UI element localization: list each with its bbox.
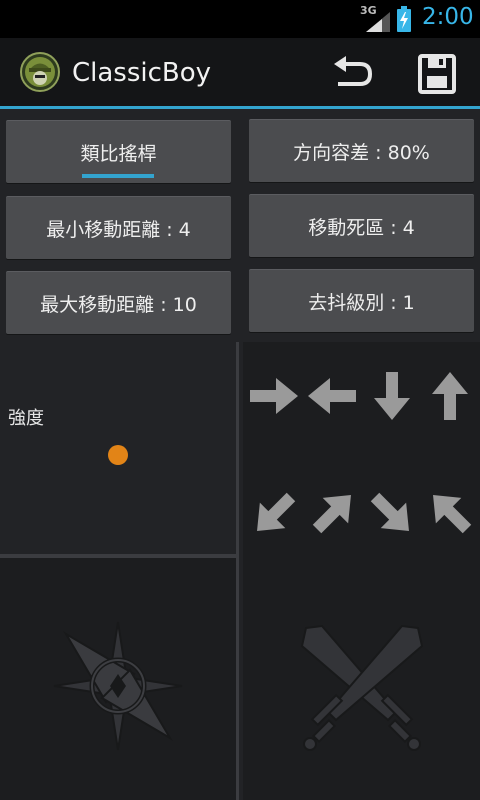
arrow-down-left-icon[interactable]	[246, 486, 302, 542]
vertical-divider	[236, 342, 239, 800]
tab-analog-stick[interactable]: 類比搖桿	[6, 120, 231, 183]
max-move-distance-button[interactable]: 最大移動距離 : 10	[6, 271, 231, 334]
app-logo-icon[interactable]	[20, 52, 60, 92]
clock: 2:00	[422, 4, 474, 30]
min-move-distance-button[interactable]: 最小移動距離 : 4	[6, 196, 231, 259]
arrow-up-left-icon[interactable]	[422, 484, 478, 540]
strength-slider-handle[interactable]	[108, 445, 128, 465]
arrow-down-right-icon[interactable]	[364, 486, 420, 542]
strength-label: 強度	[8, 408, 44, 429]
move-deadzone-label: 移動死區 : 4	[308, 216, 415, 239]
max-move-distance-label: 最大移動距離 : 10	[40, 293, 197, 316]
direction-tolerance-button[interactable]: 方向容差 : 80%	[249, 119, 474, 182]
save-icon[interactable]	[412, 50, 462, 98]
compass-icon[interactable]	[48, 616, 188, 756]
undo-icon[interactable]	[330, 52, 376, 96]
arrow-down-icon[interactable]	[364, 368, 420, 424]
status-bar: 3G 2:00	[0, 0, 480, 38]
active-tab-indicator	[82, 174, 154, 178]
debounce-level-button[interactable]: 去抖級別 : 1	[249, 269, 474, 332]
min-move-distance-label: 最小移動距離 : 4	[46, 218, 191, 241]
direction-tolerance-label: 方向容差 : 80%	[293, 141, 430, 164]
battery-charging-icon	[397, 6, 411, 32]
arrow-left-icon[interactable]	[304, 368, 360, 424]
crossed-swords-icon[interactable]	[292, 616, 432, 756]
arrow-up-icon[interactable]	[422, 368, 478, 424]
debounce-level-label: 去抖級別 : 1	[308, 291, 415, 314]
move-deadzone-button[interactable]: 移動死區 : 4	[249, 194, 474, 257]
arrow-right-icon[interactable]	[246, 368, 302, 424]
arrow-up-right-icon[interactable]	[306, 484, 362, 540]
signal-icon	[366, 12, 390, 32]
tab-analog-stick-label: 類比搖桿	[80, 142, 157, 165]
app-title: ClassicBoy	[72, 58, 212, 88]
action-bar-divider	[0, 106, 480, 109]
